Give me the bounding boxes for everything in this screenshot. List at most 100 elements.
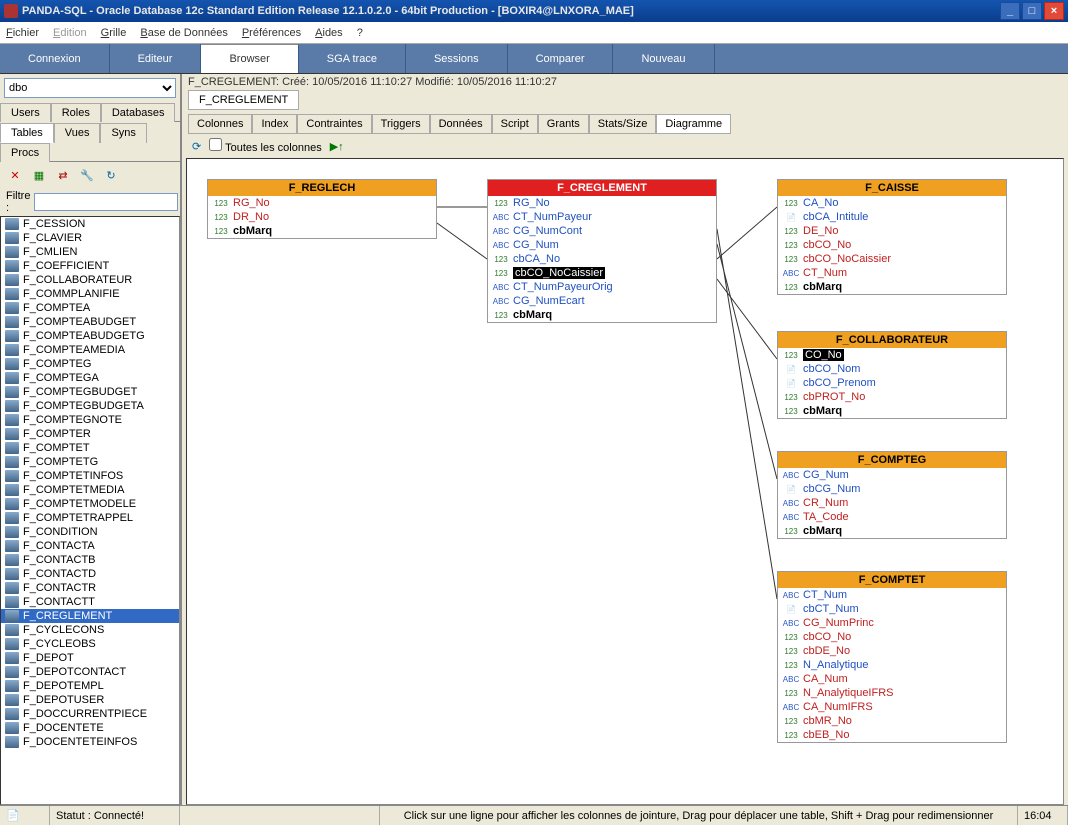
object-tab[interactable]: F_CREGLEMENT — [188, 90, 299, 110]
close-button[interactable]: × — [1044, 2, 1064, 20]
menu-aides[interactable]: Aides — [315, 27, 343, 39]
all-columns-checkbox[interactable]: Toutes les colonnes — [209, 138, 321, 154]
main-tab-sessions[interactable]: Sessions — [406, 44, 508, 73]
tree-item[interactable]: F_COMPTER — [1, 427, 179, 441]
main-tab-nouveau[interactable]: Nouveau — [613, 44, 714, 73]
diagram-table-collab[interactable]: F_COLLABORATEUR123CO_No📄cbCO_Nom📄cbCO_Pr… — [777, 331, 1007, 419]
tree-item[interactable]: F_CONTACTR — [1, 581, 179, 595]
maximize-button[interactable]: □ — [1022, 2, 1042, 20]
table-column[interactable]: ABCTA_Code — [778, 510, 1006, 524]
left-tab-users[interactable]: Users — [0, 103, 51, 122]
table-column[interactable]: ABCCT_Num — [778, 266, 1006, 280]
table-column[interactable]: ABCCA_Num — [778, 672, 1006, 686]
tree-item[interactable]: F_COMPTEG — [1, 357, 179, 371]
table-column[interactable]: 123N_AnalytiqueIFRS — [778, 686, 1006, 700]
menu-fichier[interactable]: Fichier — [6, 27, 39, 39]
tree-item[interactable]: F_CLAVIER — [1, 231, 179, 245]
tree-item[interactable]: F_CONTACTA — [1, 539, 179, 553]
menu-grille[interactable]: Grille — [101, 27, 127, 39]
tree-item[interactable]: F_COMPTEABUDGETG — [1, 329, 179, 343]
left-tab-procs[interactable]: Procs — [0, 143, 50, 162]
detail-tab-diagramme[interactable]: Diagramme — [656, 114, 731, 134]
object-tree[interactable]: F_CESSIONF_CLAVIERF_CMLIENF_COEFFICIENTF… — [0, 216, 180, 805]
refresh-diagram-icon[interactable]: ⟳ — [192, 140, 201, 153]
tree-item[interactable]: F_COMPTEGNOTE — [1, 413, 179, 427]
minimize-button[interactable]: _ — [1000, 2, 1020, 20]
table-column[interactable]: 123cbMR_No — [778, 714, 1006, 728]
table-column[interactable]: 123DR_No — [208, 210, 436, 224]
table-column[interactable]: 123cbMarq — [778, 524, 1006, 538]
tree-item[interactable]: F_COMPTEGA — [1, 371, 179, 385]
detail-tab-index[interactable]: Index — [252, 114, 297, 134]
tree-item[interactable]: F_COMPTETRAPPEL — [1, 511, 179, 525]
tree-item[interactable]: F_DEPOTCONTACT — [1, 665, 179, 679]
main-tab-connexion[interactable]: Connexion — [0, 44, 110, 73]
table-column[interactable]: 📄cbCA_Intitule — [778, 210, 1006, 224]
tree-item[interactable]: F_COMPTETINFOS — [1, 469, 179, 483]
table-column[interactable]: ABCCG_NumEcart — [488, 294, 716, 308]
tree-item[interactable]: F_COMPTETMEDIA — [1, 483, 179, 497]
table-column[interactable]: 123cbMarq — [208, 224, 436, 238]
table-column[interactable]: 123RG_No — [488, 196, 716, 210]
tree-item[interactable]: F_COMPTETMODELE — [1, 497, 179, 511]
detail-tab-grants[interactable]: Grants — [538, 114, 589, 134]
table-column[interactable]: 123cbMarq — [778, 280, 1006, 294]
left-tab-roles[interactable]: Roles — [51, 103, 101, 122]
table-column[interactable]: 📄cbCO_Nom — [778, 362, 1006, 376]
diagram-table-creglement[interactable]: F_CREGLEMENT123RG_NoABCCT_NumPayeurABCCG… — [487, 179, 717, 323]
tree-item[interactable]: F_DOCCURRENTPIECE — [1, 707, 179, 721]
table-column[interactable]: 📄cbCO_Prenom — [778, 376, 1006, 390]
tree-item[interactable]: F_COMPTEABUDGET — [1, 315, 179, 329]
table-column[interactable]: 123cbCA_No — [488, 252, 716, 266]
table-column[interactable]: ABCCG_NumCont — [488, 224, 716, 238]
diagram-table-compteg[interactable]: F_COMPTEGABCCG_Num📄cbCG_NumABCCR_NumABCT… — [777, 451, 1007, 539]
table-column[interactable]: 123CA_No — [778, 196, 1006, 210]
table-column[interactable]: 📄cbCT_Num — [778, 602, 1006, 616]
tree-item[interactable]: F_DOCENTETEINFOS — [1, 735, 179, 749]
tree-item[interactable]: F_CONDITION — [1, 525, 179, 539]
tree-item[interactable]: F_CYCLEOBS — [1, 637, 179, 651]
tree-item[interactable]: F_CONTACTD — [1, 567, 179, 581]
table-column[interactable]: 123cbMarq — [778, 404, 1006, 418]
tree-item[interactable]: F_COMMPLANIFIE — [1, 287, 179, 301]
link-icon[interactable]: ⇄ — [54, 166, 72, 184]
main-tab-sga trace[interactable]: SGA trace — [299, 44, 406, 73]
tree-item[interactable]: F_COMPTETG — [1, 455, 179, 469]
table-column[interactable]: 📄cbCG_Num — [778, 482, 1006, 496]
detail-tab-script[interactable]: Script — [492, 114, 538, 134]
main-tab-browser[interactable]: Browser — [201, 44, 298, 73]
tool-icon[interactable]: 🔧 — [78, 166, 96, 184]
table-column[interactable]: 123RG_No — [208, 196, 436, 210]
tree-item[interactable]: F_COMPTEA — [1, 301, 179, 315]
table-column[interactable]: 123cbMarq — [488, 308, 716, 322]
left-tab-syns[interactable]: Syns — [100, 123, 146, 143]
detail-tab-triggers[interactable]: Triggers — [372, 114, 430, 134]
table-column[interactable]: ABCCA_NumIFRS — [778, 700, 1006, 714]
diagram-table-reglech[interactable]: F_REGLECH123RG_No123DR_No123cbMarq — [207, 179, 437, 239]
detail-tab-contraintes[interactable]: Contraintes — [297, 114, 371, 134]
left-tab-databases[interactable]: Databases — [101, 103, 176, 122]
tree-item[interactable]: F_DEPOTUSER — [1, 693, 179, 707]
table-column[interactable]: 123cbPROT_No — [778, 390, 1006, 404]
table-column[interactable]: ABCCG_Num — [778, 468, 1006, 482]
detail-tab-colonnes[interactable]: Colonnes — [188, 114, 252, 134]
tree-item[interactable]: F_CONTACTT — [1, 595, 179, 609]
tree-item[interactable]: F_COMPTEAMEDIA — [1, 343, 179, 357]
sort-icon[interactable]: ▶↑ — [330, 140, 344, 153]
tree-item[interactable]: F_CONTACTB — [1, 553, 179, 567]
tree-item[interactable]: F_CREGLEMENT — [1, 609, 179, 623]
tree-item[interactable]: F_CESSION — [1, 217, 179, 231]
table-column[interactable]: ABCCT_NumPayeurOrig — [488, 280, 716, 294]
diagram-canvas[interactable]: F_REGLECH123RG_No123DR_No123cbMarq F_CREG… — [186, 158, 1064, 805]
left-tab-vues[interactable]: Vues — [54, 123, 101, 143]
tree-item[interactable]: F_COEFFICIENT — [1, 259, 179, 273]
tree-item[interactable]: F_CYCLECONS — [1, 623, 179, 637]
detail-tab-données[interactable]: Données — [430, 114, 492, 134]
menu-bdd[interactable]: Base de Données — [140, 27, 227, 39]
detail-tab-stats/size[interactable]: Stats/Size — [589, 114, 657, 134]
table-column[interactable]: 123DE_No — [778, 224, 1006, 238]
table-column[interactable]: 123N_Analytique — [778, 658, 1006, 672]
table-column[interactable]: 123cbCO_NoCaissier — [778, 252, 1006, 266]
tree-item[interactable]: F_COMPTEGBUDGET — [1, 385, 179, 399]
table-column[interactable]: ABCCG_NumPrinc — [778, 616, 1006, 630]
